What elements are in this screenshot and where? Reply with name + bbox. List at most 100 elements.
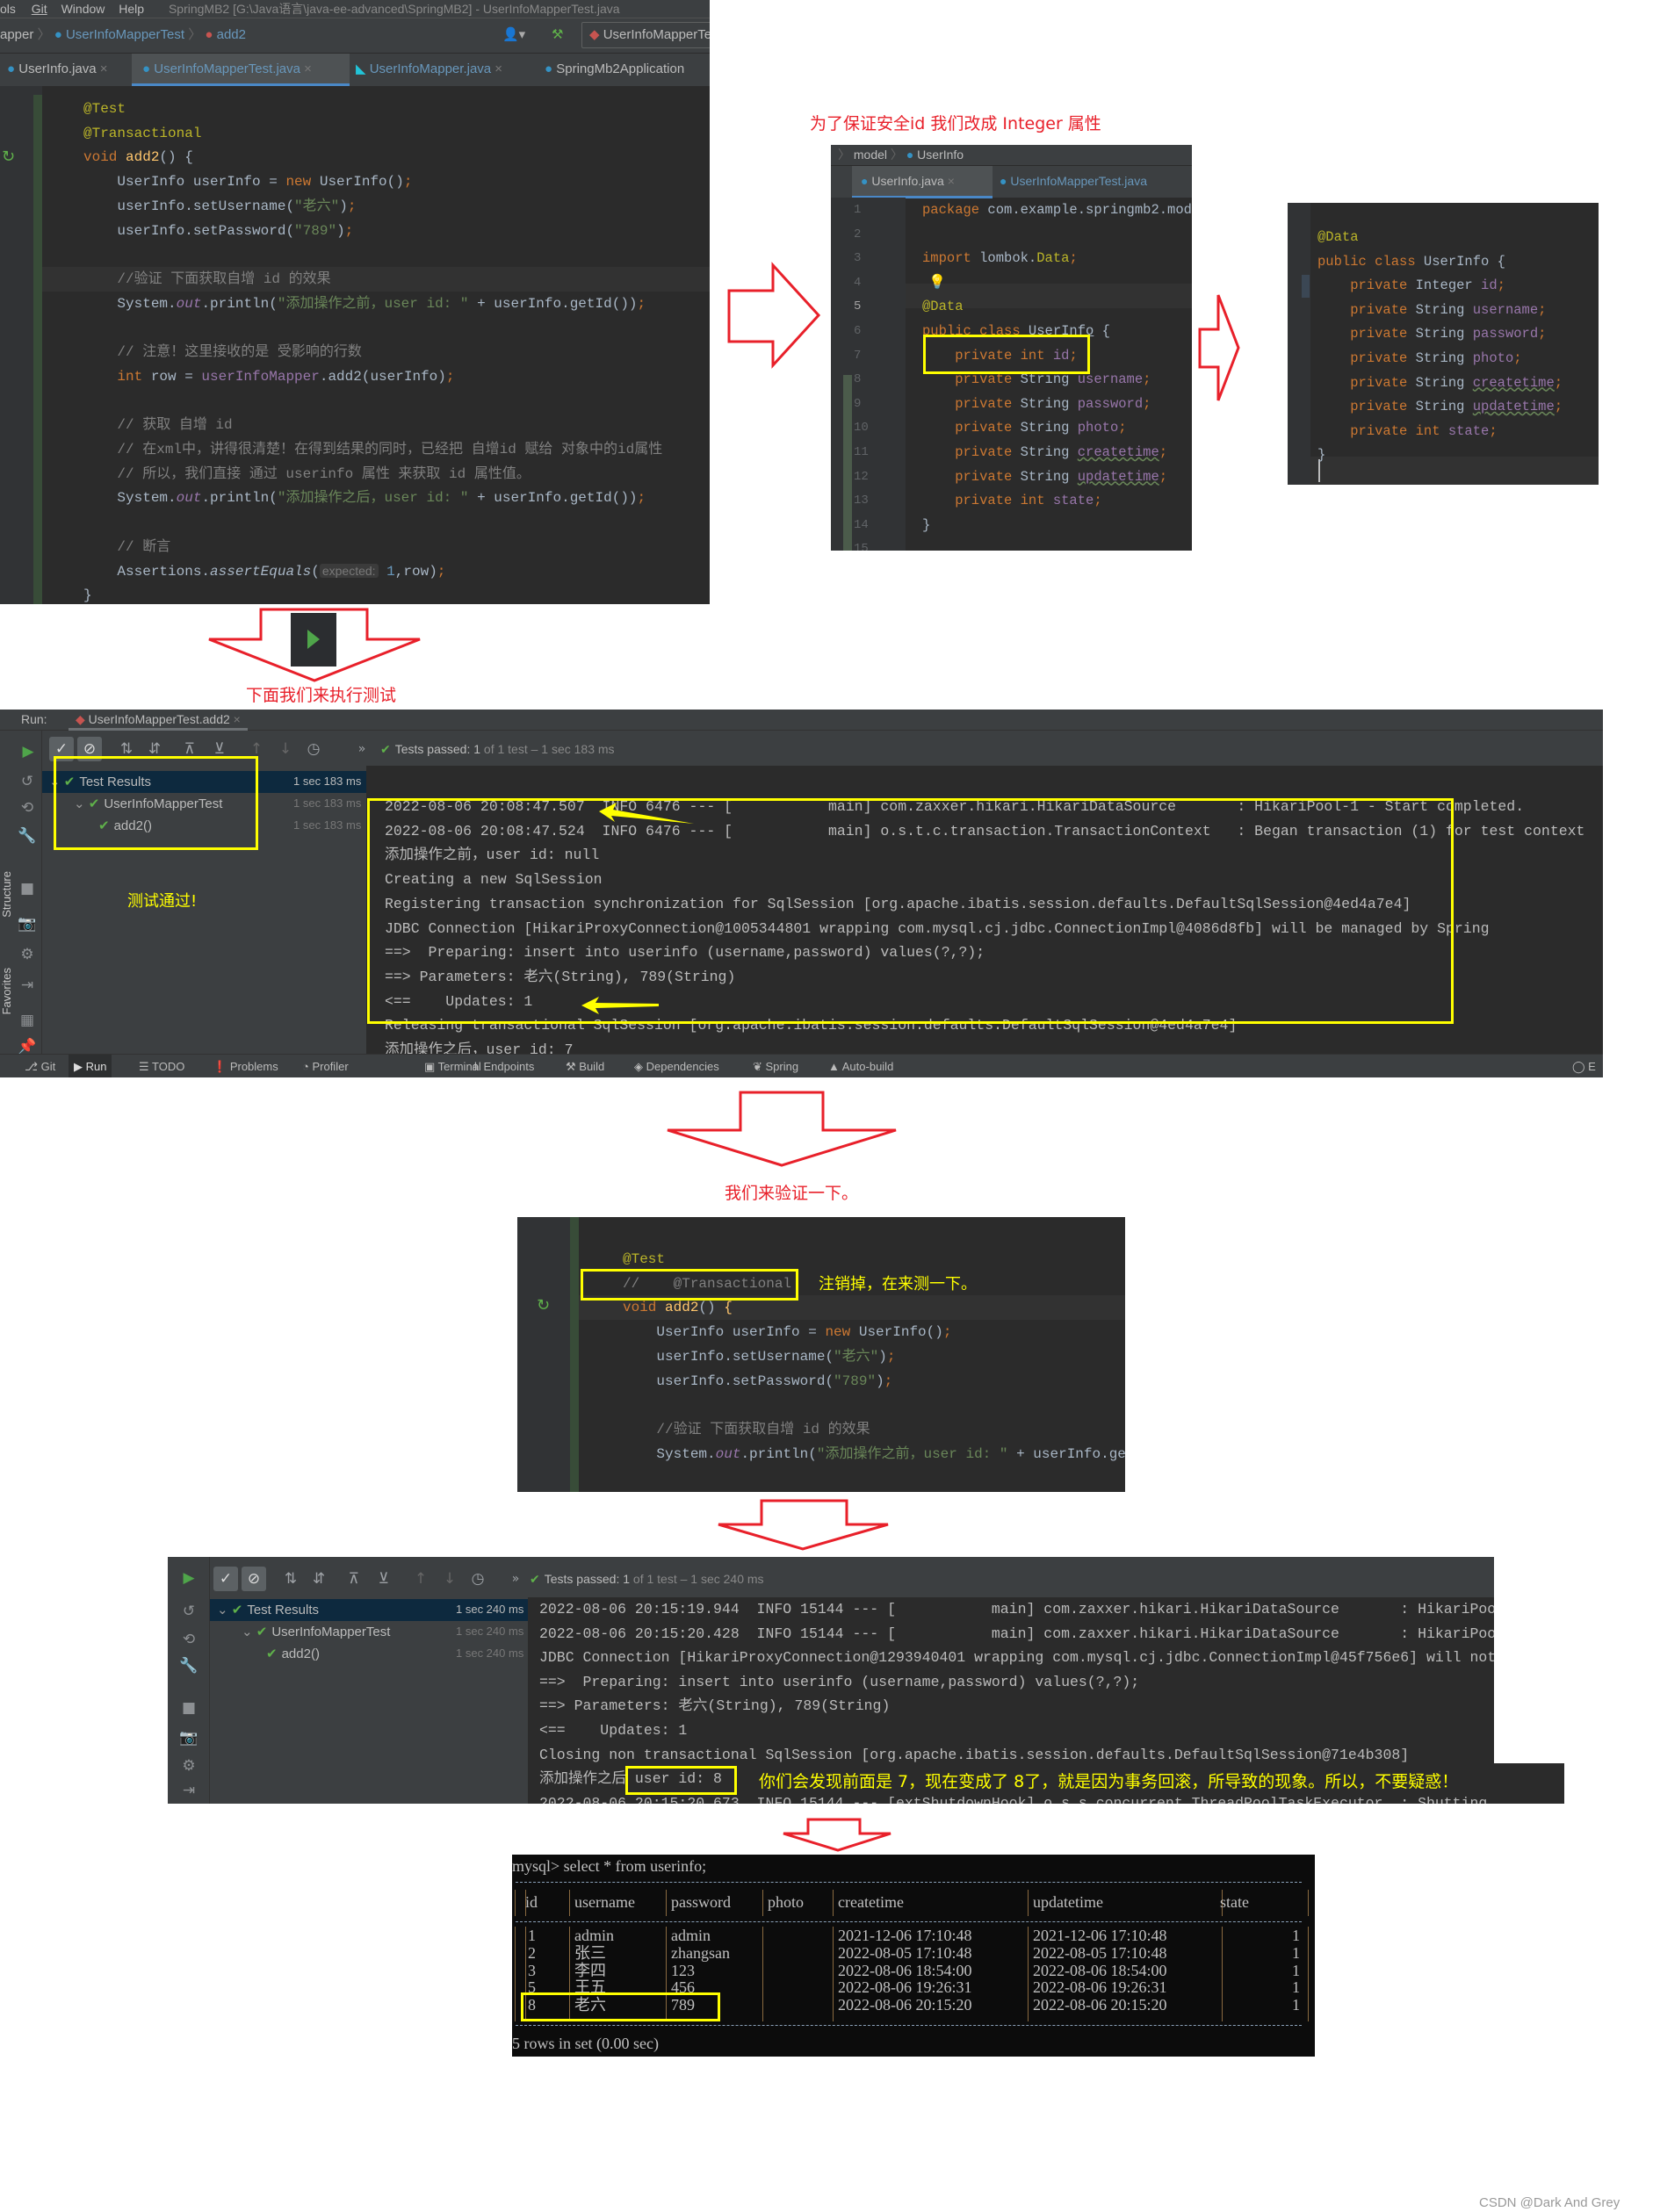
tree-item[interactable]: ⌄ ✔ UserInfoMapperTest xyxy=(242,1621,390,1643)
run-tab[interactable]: ◆ UserInfoMapperTest.add2 × xyxy=(69,710,248,731)
expand-all-icon[interactable]: ⊼ xyxy=(342,1567,366,1591)
code-token: "添加操作之前，user id: " xyxy=(816,1445,1008,1462)
code-line: @Data xyxy=(1317,225,1359,249)
column-separator xyxy=(1308,1927,1309,2021)
endpoints-tab[interactable]: ⋔ Endpoints xyxy=(466,1055,539,1077)
wrench-icon[interactable]: 🔧 xyxy=(176,1657,202,1675)
settings-gear-icon[interactable]: ⚙ xyxy=(14,946,40,963)
code-token: // 获取 自增 id xyxy=(83,417,233,434)
column-separator xyxy=(569,1890,570,1916)
code-token: ; xyxy=(347,198,357,214)
more-icon[interactable]: » xyxy=(503,1567,528,1591)
code-token: "789" xyxy=(294,222,337,239)
tree-item[interactable]: ✔ add2() xyxy=(266,1643,320,1665)
close-icon[interactable]: × xyxy=(234,712,241,726)
code-token: @Data xyxy=(1317,229,1359,245)
previous-failed-icon[interactable]: ↑ xyxy=(408,1567,433,1591)
next-failed-icon[interactable]: ↓ xyxy=(437,1567,462,1591)
code-line: @Test xyxy=(623,1247,665,1272)
code-token: password xyxy=(1077,395,1144,412)
chevron-down-icon[interactable]: ⌄ xyxy=(242,1625,256,1639)
import-icon[interactable]: ⇥ xyxy=(176,1782,202,1799)
rerun-play-icon[interactable]: ▶ xyxy=(177,1566,201,1590)
code-token: createtime xyxy=(1472,374,1555,391)
dependencies-tab[interactable]: ◈ Dependencies xyxy=(629,1055,725,1077)
console-line: Closing non transactional SqlSession [or… xyxy=(539,1746,1410,1763)
show-passed-toggle[interactable]: ✓ xyxy=(213,1567,238,1591)
code-token: ; xyxy=(886,1348,896,1365)
next-failed-icon[interactable]: ↓ xyxy=(273,737,298,761)
run-test-button[interactable] xyxy=(291,613,336,666)
table-cell: 123 xyxy=(671,1961,695,1979)
settings-gear-icon[interactable]: ⚙ xyxy=(176,1757,202,1775)
stop-icon[interactable]: ■ xyxy=(14,880,40,897)
spring-tab[interactable]: ❦ Spring xyxy=(747,1055,804,1077)
code-line: } xyxy=(83,583,92,604)
code-line: int row = userInfoMapper.add2(userInfo); xyxy=(83,364,454,389)
stop-icon[interactable]: ■ xyxy=(176,1699,202,1717)
code-token: ; xyxy=(1118,420,1127,436)
highlight-box-int-id xyxy=(923,335,1090,374)
camera-icon[interactable]: 📷 xyxy=(14,915,40,933)
table-cell: 2022-08-06 20:15:20 xyxy=(838,1996,972,2014)
rerun-failed-icon[interactable]: ↺ xyxy=(176,1603,202,1620)
history-clock-icon[interactable]: ◷ xyxy=(466,1567,490,1591)
code-line: private String createtime; xyxy=(1317,371,1563,395)
run-sidebar: ▶ ↺ ⟲ 🔧 ■ 📷 ⚙ ⇥ ▦ 📌 Structure Favorites xyxy=(0,731,42,1056)
code-token: com.example.springmb2.model xyxy=(987,202,1192,218)
structure-side-tab[interactable]: Structure xyxy=(0,871,13,918)
todo-tab[interactable]: ☰ TODO xyxy=(134,1055,190,1077)
toggle-auto-test-icon[interactable]: ⟲ xyxy=(176,1631,202,1648)
import-icon[interactable]: ⇥ xyxy=(14,976,40,994)
wrench-icon[interactable]: 🔧 xyxy=(14,827,40,845)
code-editor[interactable]: @Data public class UserInfo { private Int… xyxy=(1288,203,1599,485)
code-editor[interactable]: @Test// @Transactional void add2() { User… xyxy=(517,1217,1125,1492)
column-separator xyxy=(515,1890,516,1916)
code-token: + userInfo.getId()) xyxy=(468,490,638,507)
build-tab[interactable]: ⚒ Build xyxy=(560,1055,610,1077)
mysql-terminal: mysql> select * from userinfo; id usernam… xyxy=(512,1855,1315,2057)
tree-item-time: 1 sec 240 ms xyxy=(456,1625,524,1638)
code-line: public class UserInfo { xyxy=(1317,249,1505,274)
play-icon xyxy=(307,630,320,649)
code-token: ( xyxy=(311,564,320,580)
column-separator xyxy=(1308,1890,1309,1916)
tree-item[interactable]: ⌄ ✔ Test Results xyxy=(217,1599,319,1621)
run-tab-bottom[interactable]: ▶ Run xyxy=(69,1055,112,1077)
column-separator xyxy=(762,1890,763,1916)
code-token: out xyxy=(176,490,202,507)
toggle-auto-test-icon[interactable]: ⟲ xyxy=(14,799,40,817)
layout-icon[interactable]: ▦ xyxy=(14,1012,40,1029)
code-token: private xyxy=(1317,277,1416,294)
code-editor[interactable]: @Test @Transactional void add2() { UserInf… xyxy=(0,0,710,604)
auto-build-tab[interactable]: ▲ Auto-build xyxy=(823,1055,899,1077)
profiler-tab[interactable]: ◔ Profiler xyxy=(297,1055,354,1077)
more-icon[interactable]: » xyxy=(350,737,374,761)
sort-alpha-icon[interactable]: ⇅ xyxy=(278,1567,303,1591)
code-token: lombok. xyxy=(979,250,1037,267)
favorites-side-tab[interactable]: Favorites xyxy=(0,968,13,1014)
rerun-failed-icon[interactable]: ↺ xyxy=(14,773,40,790)
code-token: id xyxy=(1481,277,1498,294)
show-ignored-toggle[interactable]: ⊘ xyxy=(242,1567,266,1591)
code-token: out xyxy=(176,295,202,312)
code-token: String xyxy=(1415,326,1473,342)
collapse-all-icon[interactable]: ⊻ xyxy=(372,1567,396,1591)
code-line: userInfo.setUsername("老六"); xyxy=(623,1344,895,1369)
problems-tab[interactable]: ❗ Problems xyxy=(207,1055,284,1077)
code-token: String xyxy=(1415,350,1473,366)
git-tab[interactable]: ⎇ Git xyxy=(19,1055,61,1077)
column-separator xyxy=(1028,1927,1029,2021)
table-cell: 1 xyxy=(1292,1996,1300,2014)
history-clock-icon[interactable]: ◷ xyxy=(301,737,326,761)
camera-icon[interactable]: 📷 xyxy=(176,1729,202,1747)
code-token: "老六" xyxy=(834,1348,879,1365)
table-cell: 2022-08-06 20:15:20 xyxy=(1033,1996,1167,2014)
sort-duration-icon[interactable]: ⇵ xyxy=(307,1567,331,1591)
chevron-down-icon[interactable]: ⌄ xyxy=(217,1603,232,1618)
rerun-play-icon[interactable]: ▶ xyxy=(16,739,40,764)
pin-icon[interactable]: 📌 xyxy=(14,1038,40,1056)
event-log-tab[interactable]: ◯ E xyxy=(1567,1055,1601,1077)
table-cell: 2022-08-06 18:54:00 xyxy=(838,1961,972,1979)
code-line: //验证 下面获取自增 id 的效果 xyxy=(83,267,330,292)
